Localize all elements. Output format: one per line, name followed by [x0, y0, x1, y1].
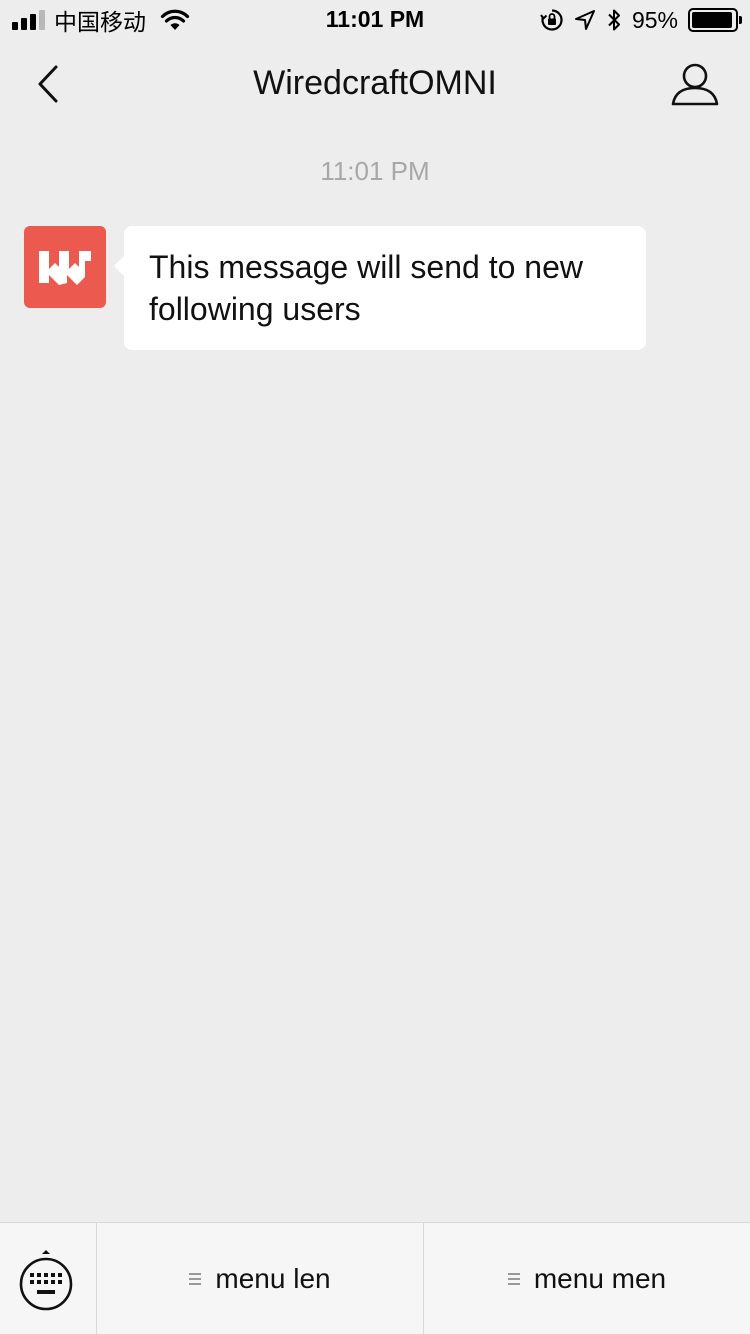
user-icon [671, 63, 719, 106]
orientation-lock-icon [540, 9, 563, 31]
menu-button-men[interactable]: menu men [423, 1223, 750, 1334]
wiredcraft-logo-icon [39, 251, 91, 285]
message-bubble[interactable]: This message will send to new following … [114, 226, 646, 350]
menu-button-label: menu len [215, 1263, 331, 1294]
menu-lines-icon [189, 1273, 202, 1285]
page-title: WiredcraftOMNI [253, 64, 497, 102]
profile-button[interactable] [670, 60, 720, 110]
status-bar-right: 95% [540, 6, 742, 34]
battery-level [692, 12, 732, 28]
battery-icon [688, 8, 742, 32]
bottom-menu-bar: menu len menu men [0, 1222, 750, 1334]
message-timestamp: 11:01 PM [320, 156, 430, 186]
keyboard-icon [19, 1250, 73, 1311]
menu-button-len[interactable]: menu len [97, 1223, 423, 1334]
status-bar: 中国移动 11:01 PM 95% [0, 0, 750, 40]
menu-button-label: menu men [533, 1263, 667, 1294]
navigation-bar: WiredcraftOMNI [0, 40, 750, 128]
menu-lines-icon [507, 1273, 520, 1285]
keyboard-toggle-button[interactable] [0, 1223, 97, 1334]
avatar[interactable] [24, 226, 106, 308]
location-icon [574, 10, 595, 30]
chat-screen: 中国移动 11:01 PM 95% WiredcraftOMNI 11:01 P… [0, 0, 750, 1334]
bluetooth-icon [608, 9, 620, 31]
battery-percent: 95% [631, 6, 678, 33]
